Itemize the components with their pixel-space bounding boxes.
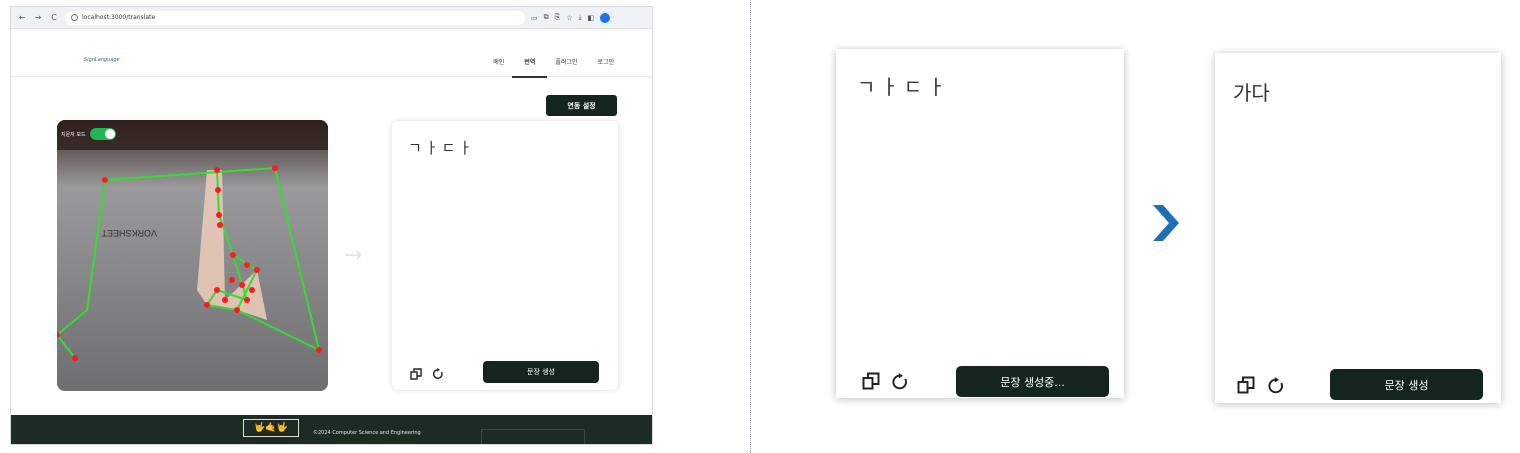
site-logo[interactable]: SignLanguage — [84, 57, 120, 63]
site-footer: 🤟🤙🤟 ©2024 Computer Science and Engineeri… — [11, 415, 652, 444]
url-text: localhost:3000/translate — [82, 14, 156, 21]
nav-main[interactable]: 메인 — [493, 57, 504, 66]
nav-login[interactable]: 로그인 — [597, 57, 614, 66]
refresh-icon[interactable] — [432, 368, 444, 380]
arrow-right-icon: → — [344, 243, 363, 268]
cast-icon[interactable]: ▭ — [531, 14, 538, 22]
hand-pose-overlay: VORKSHEET — [57, 120, 328, 391]
sidepanel-icon[interactable]: ◧ — [588, 14, 595, 22]
camera-feed: VORKSHEET 지문자 모드 — [57, 120, 328, 391]
panel-after-text: 가다 — [1233, 81, 1270, 105]
copy-icon[interactable] — [410, 368, 422, 380]
translate-page-icon[interactable]: ⎘ — [555, 13, 561, 22]
translation-output-box: ㄱㅏㄷㅏ 문장 생성 — [392, 121, 618, 390]
refresh-icon[interactable] — [891, 373, 909, 391]
generating-sentence-button[interactable]: 문장 생성중... — [956, 366, 1109, 397]
nav-plugin[interactable]: 플러그인 — [555, 57, 577, 66]
output-text: ㄱㅏㄷㅏ — [408, 139, 476, 157]
divider — [750, 0, 751, 453]
browser-toolbar: ← → C localhost:3000/translate ▭ ⧉ ⎘ ☆ ⤓… — [11, 7, 652, 29]
footer-logo: 🤟🤙🤟 — [243, 419, 299, 437]
sync-settings-button[interactable]: 연동 설정 — [546, 95, 617, 116]
copyright-text: ©2024 Computer Science and Engineering — [313, 430, 421, 436]
shirt-print: VORKSHEET — [101, 228, 157, 238]
panel-before: ㄱㅏㄷㅏ 문장 생성중... — [836, 49, 1124, 398]
generate-sentence-button[interactable]: 문장 생성 — [483, 361, 599, 383]
footer-box — [481, 429, 585, 444]
reload-icon[interactable]: C — [49, 13, 59, 22]
sign-mode-label: 지문자 모드 — [61, 131, 86, 138]
bookmark-star-icon[interactable]: ☆ — [566, 14, 572, 22]
hoodie-background — [57, 120, 328, 391]
panel-after: 가다 문장 생성 — [1215, 53, 1501, 403]
sign-mode-toggle-group: 지문자 모드 — [61, 128, 116, 140]
copy-icon[interactable] — [862, 372, 880, 390]
nav-translate[interactable]: 번역 — [512, 57, 548, 78]
download-icon[interactable]: ⤓ — [579, 13, 582, 22]
profile-icon[interactable] — [600, 12, 611, 23]
browser-window: ← → C localhost:3000/translate ▭ ⧉ ⎘ ☆ ⤓… — [10, 6, 653, 445]
screenshot-icon[interactable]: ⧉ — [544, 13, 549, 22]
panel-before-text: ㄱㅏㄷㅏ — [857, 75, 951, 99]
generate-sentence-button[interactable]: 문장 생성 — [1330, 369, 1483, 400]
site-info-icon[interactable] — [71, 14, 78, 21]
back-icon[interactable]: ← — [17, 13, 27, 22]
site-nav: 메인 번역 플러그인 로그인 — [493, 45, 614, 78]
refresh-icon[interactable] — [1267, 377, 1285, 395]
copy-icon[interactable] — [1237, 376, 1255, 394]
forward-icon[interactable]: → — [33, 13, 43, 22]
site-header: SignLanguage 메인 번역 플러그인 로그인 — [11, 45, 652, 78]
address-bar[interactable]: localhost:3000/translate — [65, 10, 525, 25]
chevron-right-icon — [1153, 205, 1179, 241]
sign-mode-toggle[interactable] — [89, 128, 116, 140]
